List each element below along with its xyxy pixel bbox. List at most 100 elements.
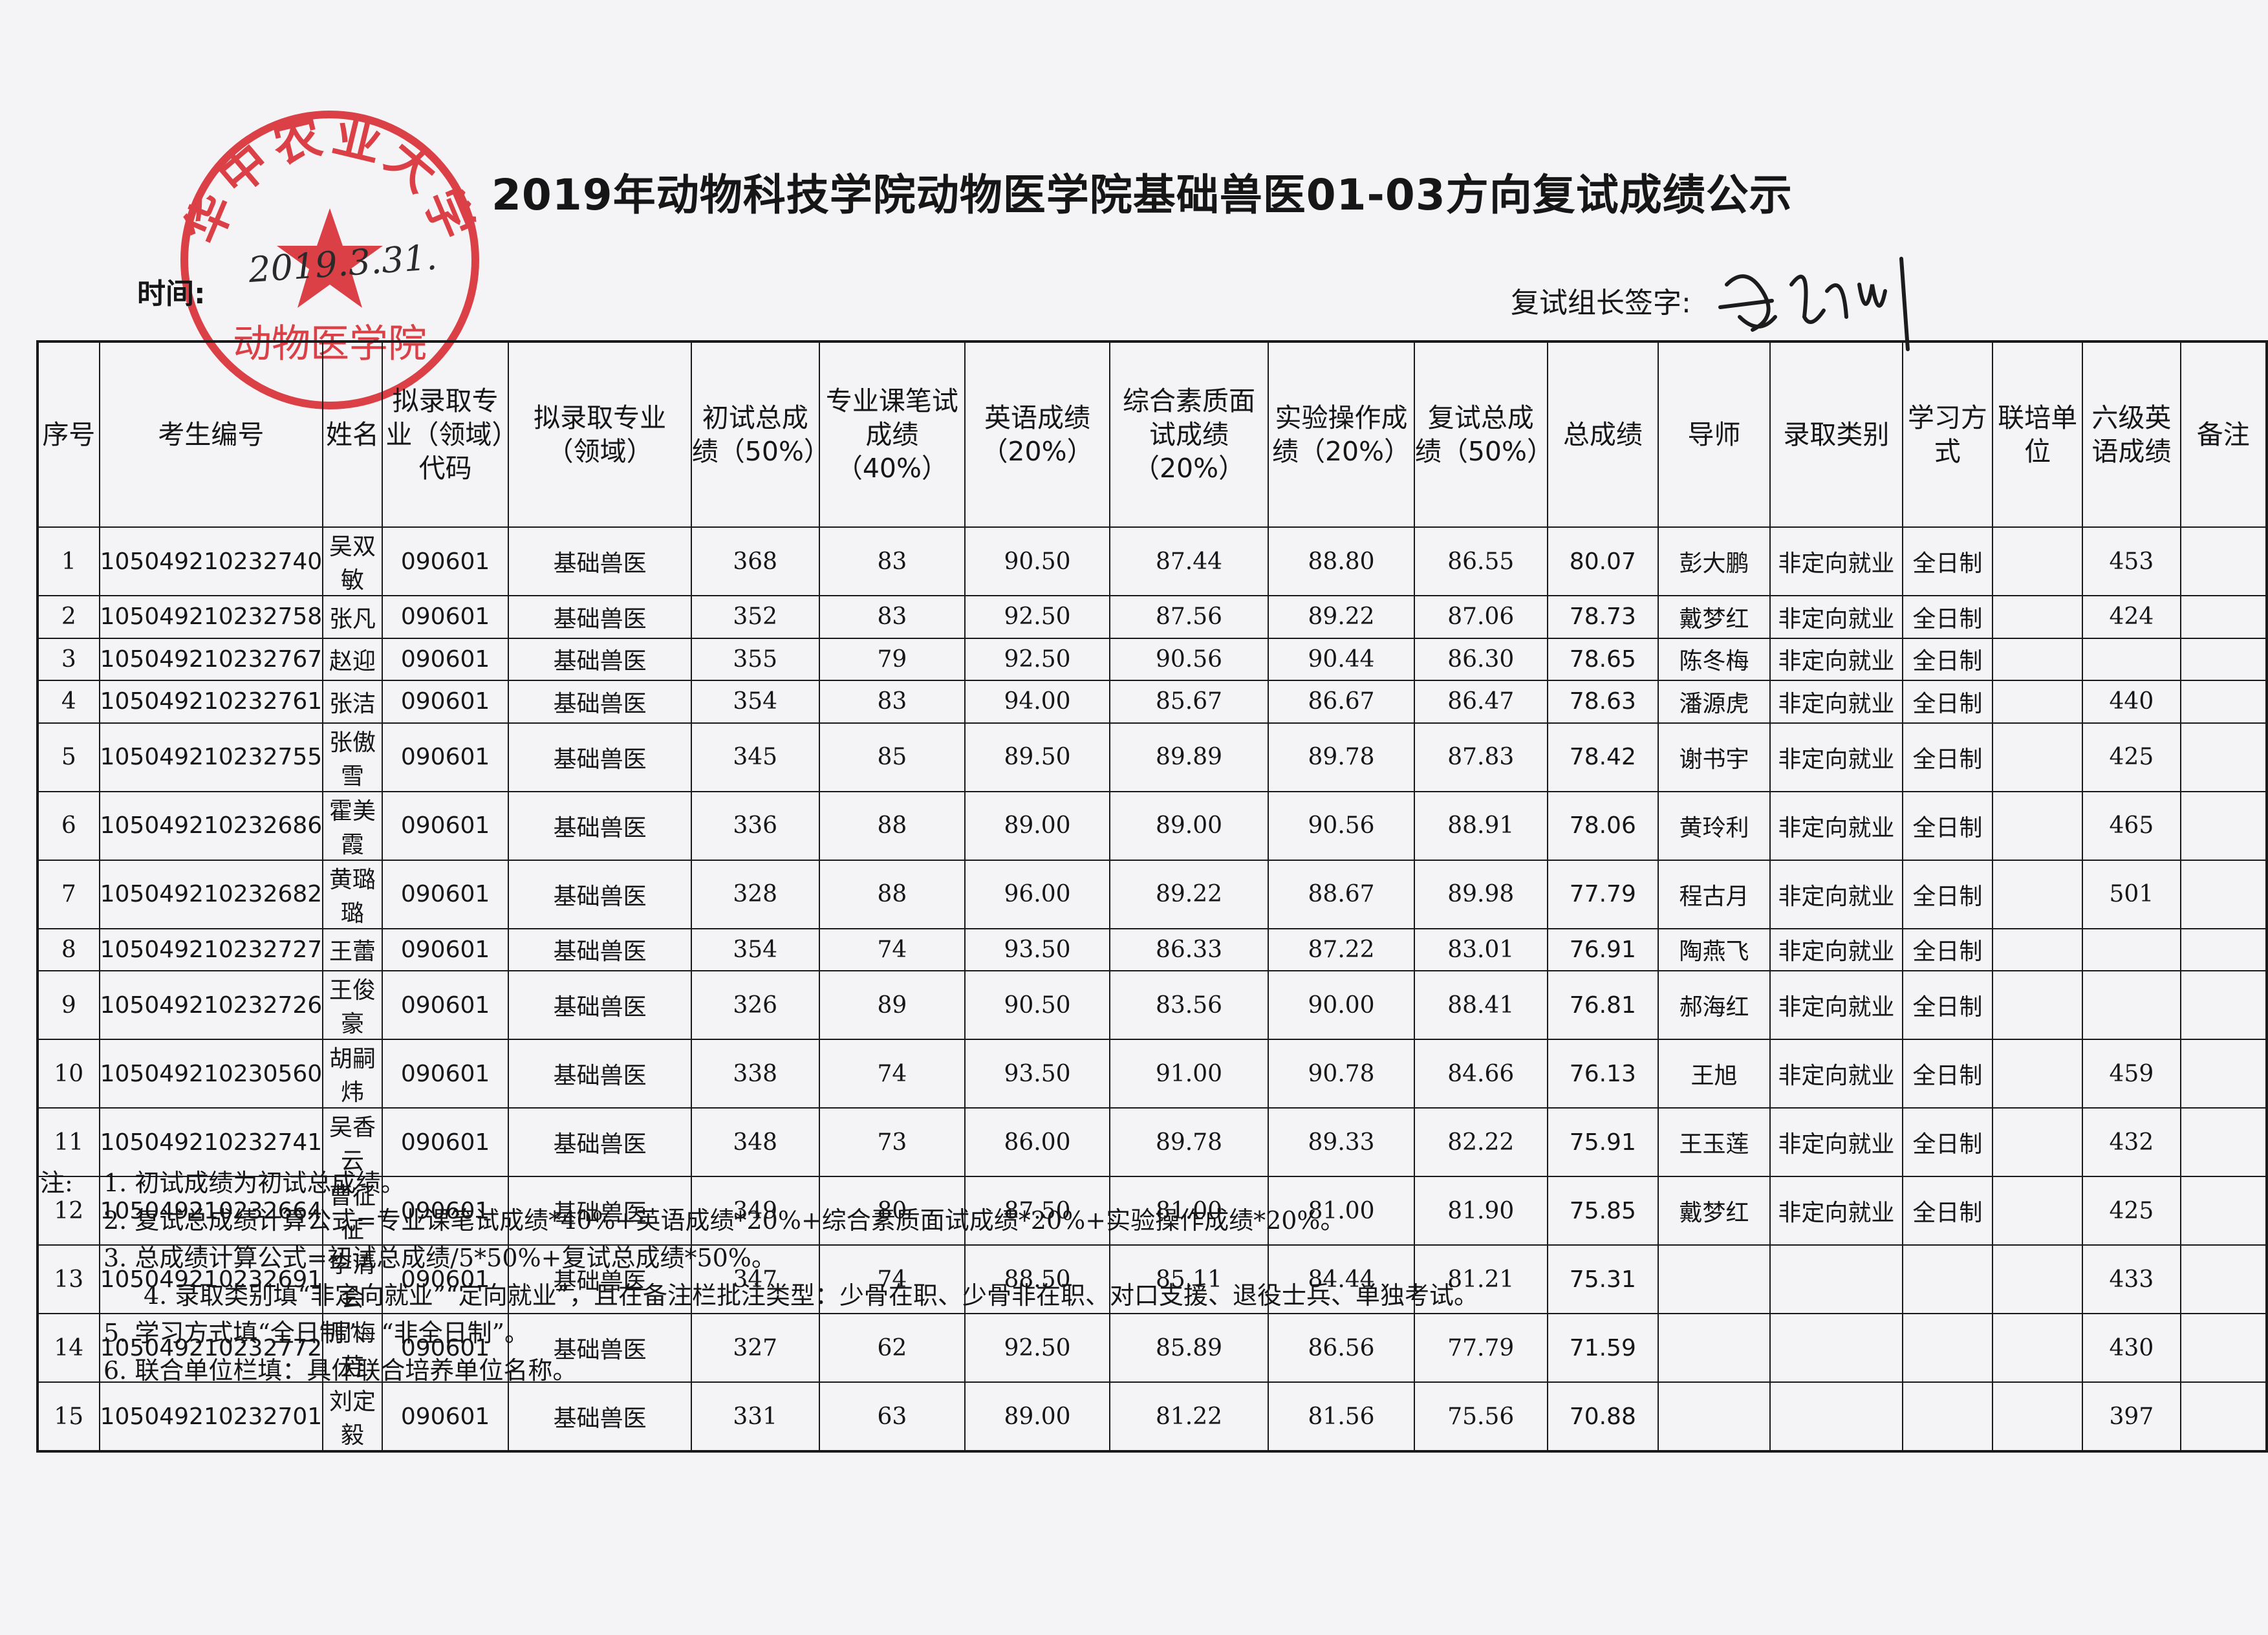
table-cell: 88.67 xyxy=(1268,859,1415,929)
table-row: 8 105049210232727 王蕾 090601 基础兽医 354 74 93.50 86… xyxy=(37,927,2268,971)
table-cell: 非定向就业 xyxy=(1769,1039,1903,1109)
table-cell xyxy=(1769,1244,1903,1314)
table-cell xyxy=(1991,927,2084,971)
table-cell xyxy=(2179,970,2268,1040)
table-cell xyxy=(1991,680,2084,724)
table-cell: 87.22 xyxy=(1268,927,1415,971)
table-cell xyxy=(1769,1381,1903,1452)
table-cell: 090601 xyxy=(381,970,510,1040)
table-cell: 90.50 xyxy=(964,526,1110,596)
table-cell: 89 xyxy=(818,970,966,1040)
table-cell: 86.30 xyxy=(1413,637,1548,681)
table-cell: 87.06 xyxy=(1413,595,1548,639)
table-cell: 全日制 xyxy=(1901,722,1993,792)
table-cell: 全日制 xyxy=(1901,790,1993,861)
table-row: 5 105049210232755 张傲雪 090601 基础兽医 345 85 89.50 8… xyxy=(37,722,2268,792)
table-row: 3 105049210232767 赵迎 090601 基础兽医 355 79 92.50 90… xyxy=(37,637,2268,681)
table-cell: 基础兽医 xyxy=(508,680,692,724)
table-cell: 331 xyxy=(690,1381,820,1452)
table-cell: 83.56 xyxy=(1108,970,1269,1040)
column-header: 导师 xyxy=(1658,341,1771,528)
table-cell: 78.42 xyxy=(1546,722,1659,792)
table-cell: 440 xyxy=(2082,680,2181,724)
table-cell: 326 xyxy=(690,970,820,1040)
table-cell: 15 xyxy=(37,1381,100,1452)
table-header-row: 序号 考生编号 姓名 拟录取专业（领域）代码 拟录取专业（领域） 初试总成绩（50%） 专业… xyxy=(37,341,2268,528)
table-cell: 7 xyxy=(37,859,100,929)
table-cell xyxy=(2179,1244,2268,1314)
table-cell xyxy=(2179,927,2268,971)
table-cell xyxy=(1991,722,2084,792)
table-cell: 105049210232755 xyxy=(98,722,324,792)
table-cell xyxy=(1901,1313,1993,1383)
table-cell: 81.56 xyxy=(1268,1381,1415,1452)
table-cell xyxy=(2179,859,2268,929)
table-cell: 基础兽医 xyxy=(508,927,692,971)
column-header: 序号 xyxy=(37,341,100,528)
table-row: 1 105049210232740 吴双敏 090601 基础兽医 368 83 90.50 8… xyxy=(37,526,2268,596)
notes-prefix: 注: xyxy=(40,1169,73,1197)
time-label: 时间: xyxy=(137,277,206,310)
table-cell: 戴梦红 xyxy=(1658,595,1771,639)
table-cell: 83.01 xyxy=(1413,927,1548,971)
table-cell xyxy=(1991,1313,2084,1383)
table-cell: 86.67 xyxy=(1268,680,1415,724)
table-cell: 83 xyxy=(818,680,966,724)
column-header: 综合素质面试成绩（20%） xyxy=(1108,341,1269,528)
table-cell: 345 xyxy=(690,722,820,792)
table-cell: 354 xyxy=(690,680,820,724)
table-cell: 全日制 xyxy=(1901,595,1993,639)
table-cell: 90.00 xyxy=(1268,970,1415,1040)
table-cell: 王俊豪 xyxy=(322,970,383,1040)
table-cell: 9 xyxy=(37,970,100,1040)
table-cell: 453 xyxy=(2082,526,2181,596)
table-cell: 全日制 xyxy=(1901,526,1993,596)
table-cell: 89.89 xyxy=(1108,722,1269,792)
column-header: 联培单位 xyxy=(1991,341,2084,528)
column-header: 录取类别 xyxy=(1769,341,1903,528)
table-cell: 090601 xyxy=(381,595,510,639)
table-cell xyxy=(1991,1039,2084,1109)
table-cell xyxy=(2082,970,2181,1040)
table-cell: 090601 xyxy=(381,722,510,792)
signer-label: 复试组长签字: xyxy=(1511,287,1691,319)
column-header: 学习方式 xyxy=(1901,341,1993,528)
table-cell: 71.59 xyxy=(1546,1313,1659,1383)
table-cell xyxy=(1991,1176,2084,1246)
table-cell: 全日制 xyxy=(1901,1039,1993,1109)
table-cell: 89.00 xyxy=(964,1381,1110,1452)
table-cell: 88.80 xyxy=(1268,526,1415,596)
table-cell: 433 xyxy=(2082,1244,2181,1314)
table-cell xyxy=(1991,790,2084,861)
table-row: 10 105049210230560 胡嗣炜 090601 基础兽医 338 74 93.50… xyxy=(37,1039,2268,1109)
table-cell: 90.56 xyxy=(1108,637,1269,681)
table-cell: 非定向就业 xyxy=(1769,722,1903,792)
table-cell: 86.55 xyxy=(1413,526,1548,596)
table-cell: 75.85 xyxy=(1546,1176,1659,1246)
table-cell: 非定向就业 xyxy=(1769,859,1903,929)
table-cell: 105049210232740 xyxy=(98,526,324,596)
table-cell: 459 xyxy=(2082,1039,2181,1109)
table-cell: 74 xyxy=(818,927,966,971)
note-item: 2. 复试总成绩计算公式=专业课笔试成绩*40%+英语成绩*20%+综合素质面试… xyxy=(103,1206,1345,1235)
table-cell: 090601 xyxy=(381,859,510,929)
table-cell: 430 xyxy=(2082,1313,2181,1383)
table-cell xyxy=(1658,1244,1771,1314)
table-cell: 彭大鹏 xyxy=(1658,526,1771,596)
table-cell: 非定向就业 xyxy=(1769,1176,1903,1246)
table-cell: 6 xyxy=(37,790,100,861)
table-cell: 090601 xyxy=(381,1039,510,1109)
table-cell: 90.56 xyxy=(1268,790,1415,861)
note-item: 6. 联合单位栏填：具体联合培养单位名称。 xyxy=(103,1356,578,1385)
table-cell: 105049210232682 xyxy=(98,859,324,929)
table-cell: 陈冬梅 xyxy=(1658,637,1771,681)
note-item: 5. 学习方式填“全日制”、“非全日制”。 xyxy=(103,1319,530,1347)
table-cell: 89.78 xyxy=(1268,722,1415,792)
table-cell: 2 xyxy=(37,595,100,639)
table-cell: 352 xyxy=(690,595,820,639)
table-cell: 4 xyxy=(37,680,100,724)
table-cell: 76.81 xyxy=(1546,970,1659,1040)
table-cell: 90.78 xyxy=(1268,1039,1415,1109)
column-header: 六级英语成绩 xyxy=(2082,341,2181,528)
column-header: 姓名 xyxy=(322,341,383,528)
